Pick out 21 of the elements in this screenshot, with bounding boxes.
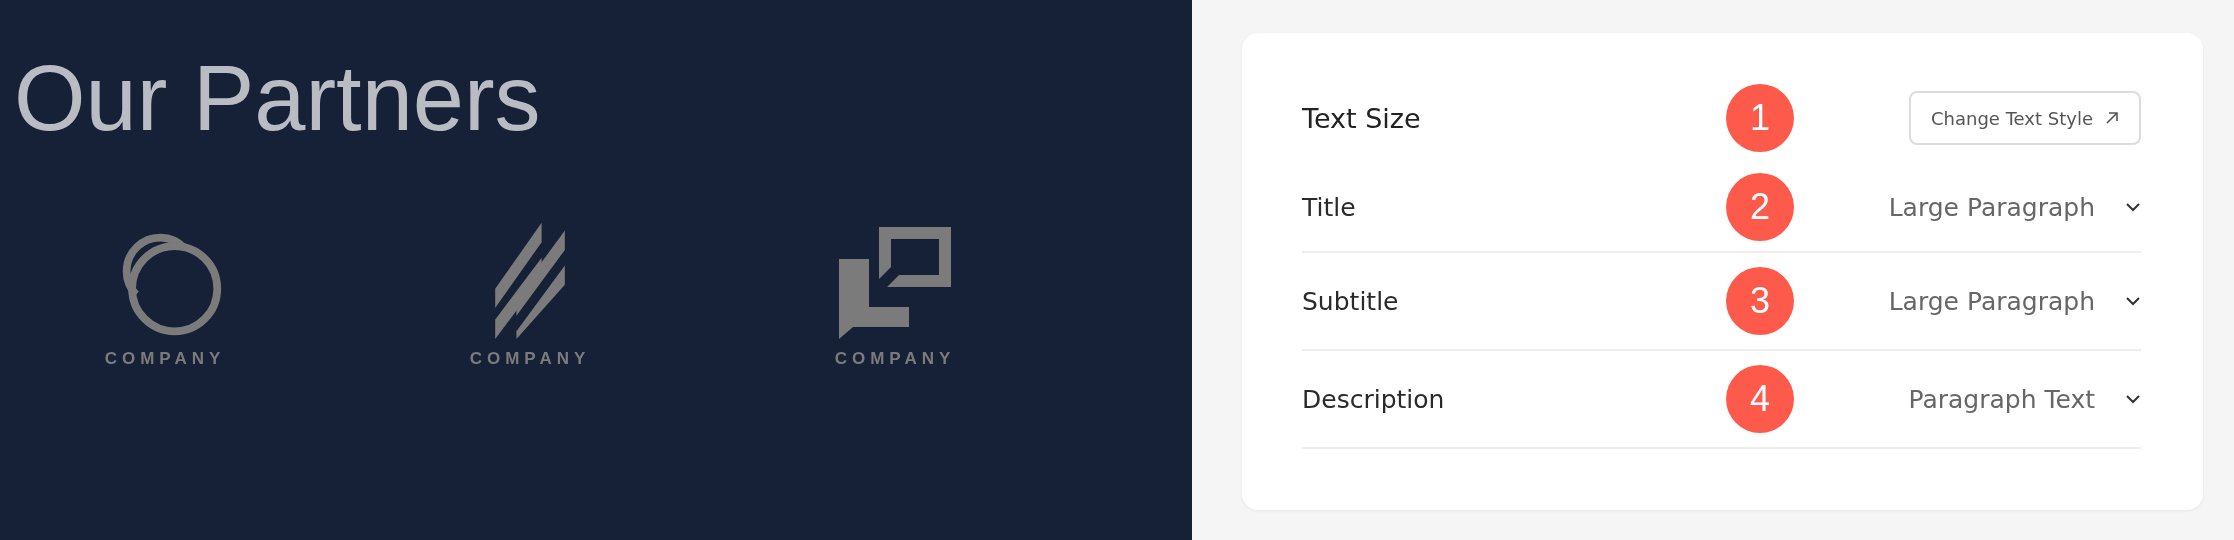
chevron-down-icon [2125, 296, 2141, 306]
chevron-down-icon [2125, 394, 2141, 404]
number-badge: 3 [1726, 267, 1794, 335]
logo-caption: COMPANY [104, 349, 226, 370]
chevron-down-icon [2125, 202, 2141, 212]
logo-caption: COMPANY [834, 349, 956, 370]
external-arrow-icon [2105, 111, 2119, 125]
size-dropdown[interactable]: Large Paragraph [1888, 192, 2141, 222]
setting-label: Title [1302, 192, 1357, 222]
setting-label: Subtitle [1302, 286, 1400, 316]
size-dropdown[interactable]: Large Paragraph [1888, 286, 2141, 316]
number-badge: 1 [1726, 84, 1794, 152]
change-text-style-button[interactable]: Change Text Style [1909, 91, 2141, 145]
number-badge: 4 [1726, 365, 1794, 433]
setting-label: Description [1302, 384, 1446, 414]
number-badge: 2 [1726, 173, 1794, 241]
size-dropdown[interactable]: Paragraph Text [1908, 384, 2141, 414]
logo-caption: COMPANY [469, 349, 591, 370]
card-title: Text Size [1302, 102, 1422, 134]
squares-logo-icon [839, 227, 951, 340]
section-heading: Our Partners [14, 48, 541, 150]
